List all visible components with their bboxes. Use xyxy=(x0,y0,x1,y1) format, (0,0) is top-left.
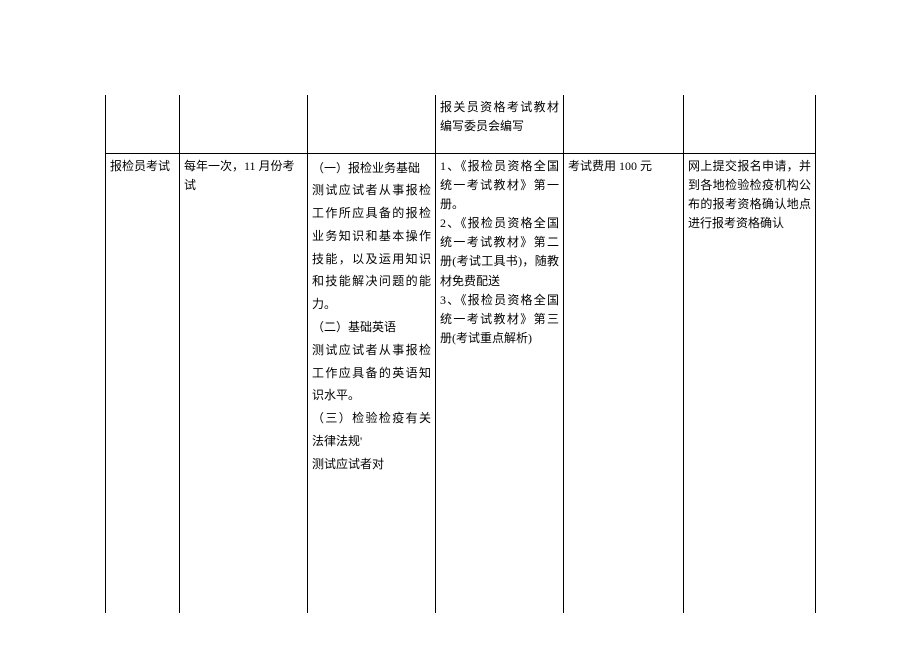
cell-content: （一）报检业务基础 测试应试者从事报检工作所应具备的报检业务知识和基本操作技能，… xyxy=(308,153,436,613)
cell-exam-name: 报检员考试 xyxy=(106,153,180,613)
cell-register-prev xyxy=(684,95,816,153)
cell-text: 报检员考试 xyxy=(110,159,170,173)
cell-text: 网上提交报名申请，并到各地检验检疫机构公布的报考资格确认地点进行报考资格确认 xyxy=(688,159,811,231)
cell-register: 网上提交报名申请，并到各地检验检疫机构公布的报考资格确认地点进行报考资格确认 xyxy=(684,153,816,613)
cell-schedule: 每年一次，11 月份考试 xyxy=(180,153,308,613)
exam-info-table: 报关员资格考试教材编写委员会编写 报检员考试 每年一次，11 月份考试 （一）报… xyxy=(105,95,816,613)
cell-text: 报关员资格考试教材编写委员会编写 xyxy=(440,100,559,133)
cell-text: 每年一次，11 月份考试 xyxy=(184,159,295,192)
document-page: 报关员资格考试教材编写委员会编写 报检员考试 每年一次，11 月份考试 （一）报… xyxy=(0,0,920,613)
cell-exam-name-prev xyxy=(106,95,180,153)
cell-fee: 考试费用 100 元 xyxy=(564,153,684,613)
cell-fee-prev xyxy=(564,95,684,153)
cell-text: 1、《报检员资格全国统一考试教材》第一册。 2、《报检员资格全国统一考试教材》第… xyxy=(440,159,559,346)
cell-text: 考试费用 100 元 xyxy=(568,159,652,173)
cell-content-prev xyxy=(308,95,436,153)
cell-material: 1、《报检员资格全国统一考试教材》第一册。 2、《报检员资格全国统一考试教材》第… xyxy=(436,153,564,613)
table-row: 报关员资格考试教材编写委员会编写 xyxy=(106,95,816,153)
cell-material-prev: 报关员资格考试教材编写委员会编写 xyxy=(436,95,564,153)
cell-text: （一）报检业务基础 测试应试者从事报检工作所应具备的报检业务知识和基本操作技能，… xyxy=(312,161,431,471)
cell-schedule-prev xyxy=(180,95,308,153)
table-row: 报检员考试 每年一次，11 月份考试 （一）报检业务基础 测试应试者从事报检工作… xyxy=(106,153,816,613)
